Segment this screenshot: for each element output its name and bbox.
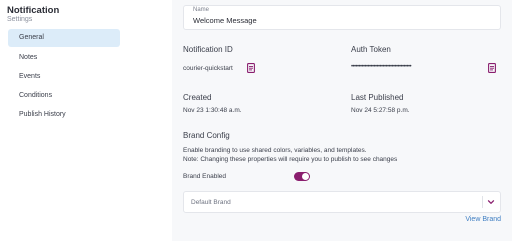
- brand-enabled-label: Brand Enabled: [183, 173, 227, 180]
- name-field-label: Name: [193, 7, 210, 13]
- main-panel: Name Welcome Message Notification ID cou…: [172, 0, 512, 241]
- sidebar: Notification Settings General Notes Even…: [0, 0, 128, 241]
- sidebar-item-publish-history[interactable]: Publish History: [8, 106, 120, 124]
- sidebar-item-conditions[interactable]: Conditions: [8, 87, 120, 105]
- auth-token-label: Auth Token: [351, 45, 391, 54]
- notification-id-value: courier-quickstart: [183, 65, 233, 72]
- created-label: Created: [183, 93, 212, 102]
- brand-config-heading: Brand Config: [183, 131, 230, 140]
- brand-config-note: Note: Changing these properties will req…: [183, 156, 398, 163]
- view-brand-link[interactable]: View Brand: [465, 216, 501, 223]
- select-divider: [482, 196, 483, 208]
- last-published-value: Nov 24 5:27:58 p.m.: [351, 107, 410, 114]
- name-field-value[interactable]: Welcome Message: [193, 16, 257, 25]
- brand-enabled-toggle[interactable]: [294, 172, 310, 181]
- notification-id-label: Notification ID: [183, 45, 233, 54]
- chevron-down-icon[interactable]: [487, 198, 495, 206]
- sidebar-subtitle: Settings: [7, 16, 33, 23]
- name-field[interactable]: Name Welcome Message: [183, 5, 501, 30]
- toggle-knob: [302, 173, 309, 180]
- last-published-label: Last Published: [351, 93, 404, 102]
- sidebar-item-notes[interactable]: Notes: [8, 49, 120, 67]
- sidebar-item-events[interactable]: Events: [8, 68, 120, 86]
- copy-icon[interactable]: [488, 63, 496, 73]
- brand-select-value: Default Brand: [191, 199, 231, 206]
- copy-icon[interactable]: [247, 63, 255, 73]
- brand-config-description: Enable branding to use shared colors, va…: [183, 147, 367, 154]
- brand-select[interactable]: Default Brand: [183, 191, 501, 213]
- sidebar-title: Notification: [7, 5, 60, 16]
- sidebar-item-general[interactable]: General: [8, 29, 120, 47]
- auth-token-value: ••••••••••••••••••••••••••••••••••••••••: [351, 64, 412, 70]
- created-value: Nov 23 1:30:48 a.m.: [183, 107, 242, 114]
